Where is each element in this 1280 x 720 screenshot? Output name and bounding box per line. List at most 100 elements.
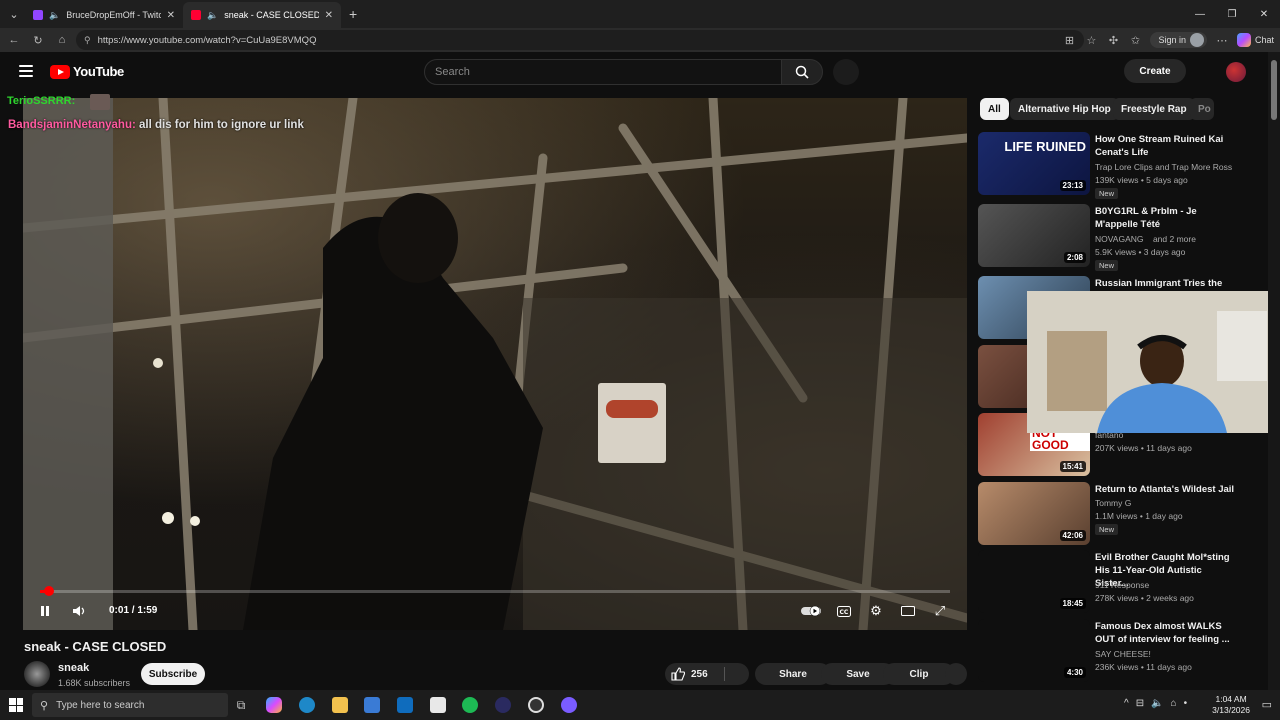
chip-alternative-hip-hop[interactable]: Alternative Hip Hop bbox=[1010, 98, 1119, 120]
speaker-icon[interactable]: 🔈 bbox=[49, 10, 60, 21]
recommendation-channel[interactable]: SAY CHEESE! bbox=[1095, 649, 1151, 659]
recommendation-item[interactable]: 42:06 Return to Atlanta's Wildest Jail T… bbox=[978, 482, 1238, 546]
video-player[interactable] bbox=[23, 98, 967, 630]
video-thumbnail[interactable]: 42:06 bbox=[978, 482, 1090, 545]
more-options-icon[interactable]: ⋯ bbox=[1215, 34, 1229, 47]
share-button[interactable]: Share bbox=[755, 663, 831, 685]
chat-username: BandsjaminNetanyahu: bbox=[8, 119, 136, 131]
volume-tray-icon[interactable]: 🔈 bbox=[1151, 698, 1163, 709]
windows-start-icon[interactable] bbox=[9, 698, 23, 712]
obs-icon[interactable] bbox=[528, 697, 544, 713]
captions-icon[interactable]: CC bbox=[835, 601, 853, 621]
taskbar-clock[interactable]: 1:04 AM 3/13/2026 bbox=[1212, 694, 1250, 716]
search-button[interactable] bbox=[781, 59, 823, 85]
video-thumbnail[interactable]: 4:30 bbox=[978, 619, 1090, 682]
clock-date: 3/13/2026 bbox=[1212, 705, 1250, 715]
page-scrollbar[interactable] bbox=[1268, 52, 1280, 690]
taskbar-search-input[interactable]: ⚲ Type here to search bbox=[32, 693, 228, 717]
close-window-icon[interactable]: ✕ bbox=[1248, 0, 1280, 28]
refresh-icon[interactable]: ↻ bbox=[26, 29, 50, 51]
recommendation-title[interactable]: How One Stream Ruined Kai Cenat's Life bbox=[1095, 133, 1235, 159]
subscribe-button[interactable]: Subscribe bbox=[141, 663, 205, 685]
home-icon[interactable]: ⌂ bbox=[50, 29, 74, 51]
like-button[interactable]: 256 bbox=[665, 663, 749, 685]
copilot-taskbar-icon[interactable] bbox=[266, 697, 282, 713]
tab-youtube[interactable]: 🔈 sneak - CASE CLOSED - YouTube ✕ bbox=[183, 2, 341, 28]
menu-icon[interactable] bbox=[19, 65, 33, 77]
youtube-logo[interactable]: YouTube bbox=[50, 64, 124, 79]
recommendation-title[interactable]: Return to Atlanta's Wildest Jail bbox=[1095, 483, 1235, 496]
app-icon[interactable] bbox=[495, 697, 511, 713]
autoplay-toggle[interactable] bbox=[801, 601, 823, 621]
tray-chevron-icon[interactable]: ^ bbox=[1124, 698, 1129, 709]
channel-avatar[interactable] bbox=[24, 661, 50, 687]
task-view-icon[interactable]: ⧉ bbox=[233, 697, 249, 713]
recommendation-meta: 236K views • 11 days ago bbox=[1095, 662, 1192, 672]
recommendation-item[interactable]: 18:45 Evil Brother Caught Mol*sting His … bbox=[978, 550, 1238, 614]
recommendation-item[interactable]: LIFE RUINED 23:13 How One Stream Ruined … bbox=[978, 132, 1238, 199]
duration-badge: 4:30 bbox=[1063, 667, 1086, 678]
file-explorer-icon[interactable] bbox=[332, 697, 348, 713]
tab-list-button[interactable]: ⌄ bbox=[3, 3, 25, 25]
maximize-icon[interactable]: ❐ bbox=[1216, 0, 1248, 28]
settings-gear-icon[interactable]: ⚙ bbox=[867, 601, 885, 621]
document-icon[interactable] bbox=[430, 697, 446, 713]
channel-name[interactable]: sneak bbox=[58, 662, 89, 674]
account-avatar[interactable] bbox=[1226, 62, 1246, 82]
video-thumbnail[interactable]: LIFE RUINED 23:13 bbox=[978, 132, 1090, 195]
url-field[interactable]: ⚲ https://www.youtube.com/watch?v=CuUa9E… bbox=[76, 30, 1084, 50]
tray-app-icon[interactable]: ⊟ bbox=[1136, 698, 1144, 709]
search-icon bbox=[795, 65, 809, 79]
extensions-icon[interactable]: ✣ bbox=[1106, 34, 1120, 47]
notification-icon[interactable]: ▭ bbox=[1262, 698, 1272, 711]
copilot-chat-button[interactable]: Chat bbox=[1236, 33, 1274, 47]
search-input[interactable]: Search bbox=[424, 59, 782, 85]
more-actions-button[interactable] bbox=[945, 663, 967, 685]
discord-icon[interactable] bbox=[561, 697, 577, 713]
progress-bar[interactable] bbox=[40, 586, 950, 596]
tab-twitch[interactable]: 🔈 BruceDropEmOff - Twitch ✕ bbox=[25, 2, 183, 28]
chip-freestyle-rap[interactable]: Freestyle Rap bbox=[1113, 98, 1195, 120]
app-available-icon[interactable]: ⊞ bbox=[1062, 34, 1076, 47]
close-tab-icon[interactable]: ✕ bbox=[167, 10, 175, 21]
duration-badge: 18:45 bbox=[1059, 598, 1086, 609]
favorite-star-icon[interactable]: ☆ bbox=[1084, 34, 1098, 47]
recommendation-item[interactable]: 4:30 Famous Dex almost WALKS OUT of inte… bbox=[978, 619, 1238, 683]
favorites-icon[interactable]: ✩ bbox=[1128, 34, 1142, 47]
mail-icon[interactable] bbox=[397, 697, 413, 713]
voice-search-button[interactable] bbox=[833, 59, 859, 85]
spotify-icon[interactable] bbox=[462, 697, 478, 713]
recommendation-channel[interactable]: 911 Response bbox=[1095, 580, 1149, 590]
mic-tray-icon[interactable]: • bbox=[1184, 698, 1188, 709]
video-title: sneak - CASE CLOSED bbox=[24, 639, 167, 654]
site-info-icon[interactable]: ⚲ bbox=[84, 35, 91, 46]
back-icon[interactable]: ← bbox=[2, 29, 26, 51]
fullscreen-icon[interactable]: ⤢ bbox=[931, 601, 949, 621]
chip-more[interactable]: Po bbox=[1190, 98, 1214, 120]
recommendation-channel[interactable]: NOVAGANG and 2 more bbox=[1095, 234, 1196, 244]
recommendation-title[interactable]: B0YG1RL & Prblm - Je M'appelle Tété bbox=[1095, 205, 1235, 231]
minimize-icon[interactable]: — bbox=[1184, 0, 1216, 28]
video-thumbnail[interactable]: 2:08 bbox=[978, 204, 1090, 267]
scrollbar-thumb[interactable] bbox=[1271, 60, 1277, 120]
video-thumbnail[interactable]: 18:45 bbox=[978, 550, 1090, 613]
copilot-icon bbox=[1236, 33, 1251, 47]
recommendation-channel[interactable]: Trap Lore Clips and Trap More Ross bbox=[1095, 162, 1232, 172]
recommendation-title[interactable]: Famous Dex almost WALKS OUT of interview… bbox=[1095, 620, 1235, 646]
network-icon[interactable]: ⌂ bbox=[1171, 698, 1177, 709]
store-icon[interactable] bbox=[364, 697, 380, 713]
recommendation-item[interactable]: 2:08 B0YG1RL & Prblm - Je M'appelle Tété… bbox=[978, 204, 1238, 271]
signin-button[interactable]: Sign in bbox=[1150, 32, 1207, 48]
recommendation-channel[interactable]: Tommy G bbox=[1095, 498, 1131, 508]
close-tab-icon[interactable]: ✕ bbox=[325, 10, 333, 21]
theater-mode-icon[interactable] bbox=[899, 601, 917, 621]
create-button[interactable]: Create bbox=[1124, 59, 1186, 83]
new-tab-icon[interactable]: + bbox=[349, 6, 357, 22]
volume-button[interactable] bbox=[69, 601, 89, 621]
edge-icon[interactable] bbox=[299, 697, 315, 713]
speaker-icon[interactable]: 🔈 bbox=[207, 10, 218, 21]
duration-badge: 15:41 bbox=[1059, 461, 1086, 472]
recommendation-title[interactable]: Russian Immigrant Tries the bbox=[1095, 277, 1235, 290]
chip-all[interactable]: All bbox=[980, 98, 1009, 120]
pause-button[interactable] bbox=[35, 601, 55, 621]
